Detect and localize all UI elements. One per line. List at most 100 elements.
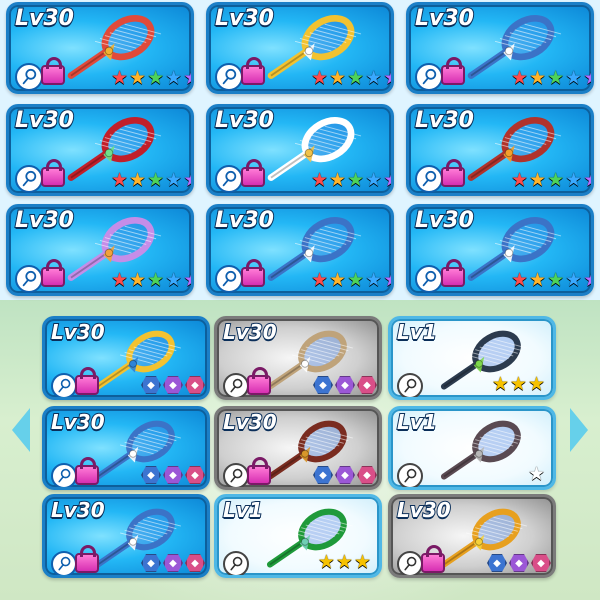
- skill-slot-icons: ◆ ◆ ◆: [313, 375, 377, 395]
- skill-slot-icon: ◆: [141, 554, 161, 572]
- rarity-stars: ★★★★★: [311, 67, 391, 89]
- racket-type-icon: [15, 265, 43, 293]
- star-icon: ★: [165, 269, 183, 291]
- star-icon: ★: [547, 269, 565, 291]
- star-icon: ★: [565, 269, 583, 291]
- star-icon: ★: [353, 551, 371, 573]
- skill-slot-icons: ◆ ◆ ◆: [487, 553, 551, 573]
- rarity-stars: ★★★★★: [511, 67, 591, 89]
- racket-card[interactable]: Lv1 ★ ★ ★: [388, 316, 556, 400]
- star-icon: ★: [329, 269, 347, 291]
- lock-icon: [421, 545, 445, 573]
- racket-type-icon: [215, 165, 243, 193]
- star-icon: ★: [147, 269, 165, 291]
- racket-card[interactable]: Lv30 ◆ ◆ ◆: [388, 494, 556, 578]
- star-icon: ★: [111, 169, 129, 191]
- star-icon: ★: [565, 67, 583, 89]
- star-icon: ★: [311, 67, 329, 89]
- racket-type-icon: [415, 165, 443, 193]
- racket-card[interactable]: Lv30 ◆ ◆ ◆: [42, 494, 210, 578]
- star-icon: ★: [311, 169, 329, 191]
- star-icon: ★: [511, 269, 529, 291]
- star-icon: ★: [583, 171, 591, 190]
- rarity-stars: ★★★★★: [511, 169, 591, 191]
- star-icon: ★: [365, 67, 383, 89]
- racket-card[interactable]: Lv30★★★★★: [6, 104, 194, 196]
- rarity-stars: ★★★★★: [111, 67, 191, 89]
- racket-type-icon: [223, 463, 249, 487]
- star-icon: ★: [583, 271, 591, 290]
- star-icon: ★: [347, 169, 365, 191]
- racket-card[interactable]: Lv30 ◆ ◆ ◆: [42, 316, 210, 400]
- star-icon: ★: [529, 269, 547, 291]
- racket-card[interactable]: Lv30★★★★★: [206, 2, 394, 94]
- racket-card[interactable]: Lv30★★★★★: [406, 204, 594, 296]
- star-icon: ★: [527, 373, 545, 395]
- racket-graphic: [419, 417, 539, 487]
- racket-card[interactable]: Lv30 ◆ ◆ ◆: [42, 406, 210, 490]
- skill-slot-icon: ◆: [163, 376, 183, 394]
- star-icon: ★: [335, 551, 353, 573]
- racket-type-icon: [415, 63, 443, 91]
- star-icon: ★: [311, 269, 329, 291]
- lock-icon: [41, 259, 65, 287]
- star-icon: ★: [527, 463, 545, 485]
- lock-icon: [441, 159, 465, 187]
- racket-type-icon: [51, 463, 77, 487]
- star-icon: ★: [383, 171, 391, 190]
- racket-card[interactable]: Lv30★★★★★: [406, 2, 594, 94]
- star-icon: ★: [383, 69, 391, 88]
- skill-slot-icons: ◆ ◆ ◆: [141, 375, 205, 395]
- racket-card[interactable]: Lv30 ◆ ◆ ◆: [214, 316, 382, 400]
- racket-card[interactable]: Lv30★★★★★: [6, 204, 194, 296]
- racket-type-icon: [215, 63, 243, 91]
- racket-card[interactable]: Lv1 ★ ★ ★: [214, 494, 382, 578]
- skill-slot-icons: ◆ ◆ ◆: [313, 465, 377, 485]
- racket-type-icon: [215, 265, 243, 293]
- star-icon: ★: [511, 169, 529, 191]
- star-icon: ★: [129, 169, 147, 191]
- racket-type-icon: [223, 551, 249, 575]
- racket-card[interactable]: Lv30 ◆ ◆ ◆: [214, 406, 382, 490]
- skill-slot-icon: ◆: [185, 376, 205, 394]
- rarity-stars: ★ ★ ★: [492, 375, 545, 394]
- star-icon: ★: [129, 67, 147, 89]
- racket-type-icon: [397, 463, 423, 487]
- rarity-stars: ★★★★★: [111, 169, 191, 191]
- star-icon: ★: [129, 269, 147, 291]
- skill-slot-icon: ◆: [509, 554, 529, 572]
- lock-icon: [241, 159, 265, 187]
- racket-type-icon: [15, 63, 43, 91]
- star-icon: ★: [147, 67, 165, 89]
- star-icon: ★: [183, 69, 191, 88]
- skill-slot-icon: ◆: [531, 554, 551, 572]
- racket-card[interactable]: Lv30★★★★★: [6, 2, 194, 94]
- right-arrow-icon[interactable]: [570, 408, 588, 452]
- skill-slot-icon: ◆: [313, 466, 333, 484]
- skill-slot-icon: ◆: [357, 466, 377, 484]
- star-icon: ★: [347, 67, 365, 89]
- star-icon: ★: [565, 169, 583, 191]
- racket-card[interactable]: Lv1 ★: [388, 406, 556, 490]
- star-icon: ★: [329, 67, 347, 89]
- star-icon: ★: [111, 67, 129, 89]
- racket-type-icon: [415, 265, 443, 293]
- racket-card[interactable]: Lv30★★★★★: [206, 104, 394, 196]
- star-icon: ★: [529, 67, 547, 89]
- racket-type-icon: [397, 373, 423, 397]
- left-arrow-icon[interactable]: [12, 408, 30, 452]
- lock-icon: [75, 367, 99, 395]
- skill-slot-icon: ◆: [185, 554, 205, 572]
- star-icon: ★: [347, 269, 365, 291]
- racket-card[interactable]: Lv30★★★★★: [206, 204, 394, 296]
- star-icon: ★: [165, 169, 183, 191]
- racket-card[interactable]: Lv30★★★★★: [406, 104, 594, 196]
- skill-slot-icons: ◆ ◆ ◆: [141, 553, 205, 573]
- rarity-stars: ★★★★★: [311, 169, 391, 191]
- skill-slot-icon: ◆: [163, 466, 183, 484]
- star-icon: ★: [511, 67, 529, 89]
- skill-slot-icon: ◆: [141, 376, 161, 394]
- lock-icon: [75, 457, 99, 485]
- star-icon: ★: [365, 269, 383, 291]
- star-icon: ★: [547, 67, 565, 89]
